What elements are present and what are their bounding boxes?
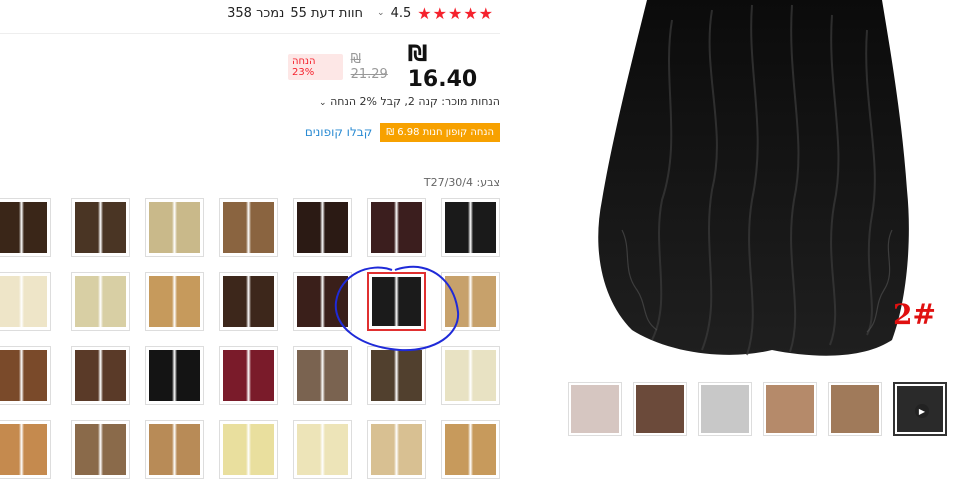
swatch-image	[297, 350, 348, 401]
swatch-image	[0, 424, 47, 475]
annotation-circle	[334, 265, 460, 352]
seller-discount-text: הנחות מוכר: קנה 2, קבל 2% הנחה	[330, 95, 500, 108]
swatch-brown-highlight[interactable]	[71, 198, 130, 257]
main-product-image[interactable]: 2#	[562, 0, 956, 368]
swatch-image	[75, 276, 126, 327]
swatch-image	[223, 350, 274, 401]
swatch-image	[149, 202, 200, 253]
original-price: ₪ 21.29	[350, 52, 388, 82]
swatch-image	[297, 424, 348, 475]
swatch-image	[223, 202, 274, 253]
swatch-image	[149, 350, 200, 401]
sold-count: 358 נמכר	[227, 5, 285, 21]
swatch-blonde-straight[interactable]	[219, 420, 278, 479]
chevron-down-icon[interactable]: ⌄	[319, 98, 327, 108]
price-row: ₪ 16.40 ₪ 21.29 הנחה 23%	[287, 42, 500, 92]
current-price: ₪ 16.40	[407, 42, 478, 92]
swatch-image	[371, 202, 422, 253]
thumbnail-image	[636, 385, 684, 433]
swatch-dark-golden[interactable]	[145, 420, 204, 479]
swatch-cream-straight[interactable]	[293, 420, 352, 479]
swatch-image	[371, 350, 422, 401]
thumbnail-image	[571, 385, 619, 433]
color-label: צבע: T27/30/4	[423, 176, 500, 189]
play-icon[interactable]: ▶	[915, 404, 929, 418]
swatch-image	[0, 276, 47, 327]
thumb-color-chart-2[interactable]	[828, 382, 882, 436]
swatch-image	[149, 276, 200, 327]
thumb-hair-pieces[interactable]	[633, 382, 687, 436]
swatch-dark-auburn[interactable]	[367, 198, 426, 257]
swatch-black-waves[interactable]	[441, 198, 500, 257]
swatch-honey[interactable]	[145, 272, 204, 331]
variant-number: 2#	[893, 298, 936, 331]
swatch-dark-curly[interactable]	[219, 272, 278, 331]
swatch-image	[75, 202, 126, 253]
swatch-ginger[interactable]	[0, 420, 51, 479]
rating-score[interactable]: 4.5	[391, 6, 412, 21]
swatch-image	[0, 350, 47, 401]
coupon-badge: ₪ 6.98 הנחה קופון חנות	[380, 122, 500, 142]
swatch-image	[75, 424, 126, 475]
swatch-chestnut[interactable]	[0, 198, 51, 257]
get-coupons-link[interactable]: קבלו קופונים	[305, 125, 372, 139]
swatch-honey-straight[interactable]	[441, 420, 500, 479]
swatch-black-straight[interactable]	[145, 346, 204, 405]
swatch-image	[445, 202, 496, 253]
swatch-image	[297, 202, 348, 253]
swatch-burgundy[interactable]	[219, 346, 278, 405]
divider	[0, 33, 500, 34]
swatch-ash-blonde[interactable]	[145, 198, 204, 257]
rating-row: ★★★★★ 4.5 ⌄ 55 חוות דעת 358 נמכר	[222, 3, 494, 23]
swatch-image	[223, 276, 274, 327]
swatch-image	[445, 350, 496, 401]
swatch-image	[223, 424, 274, 475]
seller-discount[interactable]: הנחות מוכר: קנה 2, קבל 2% הנחה ⌄	[319, 95, 500, 108]
thumbnail-image	[766, 385, 814, 433]
thumb-video[interactable]: ▶	[893, 382, 947, 436]
swatch-light-brown[interactable]	[219, 198, 278, 257]
swatch-mix-straight[interactable]	[71, 420, 130, 479]
thumbnail-image	[701, 385, 749, 433]
swatch-sand-straight[interactable]	[367, 420, 426, 479]
rating-stars: ★★★★★	[417, 3, 494, 23]
swatch-image	[149, 424, 200, 475]
swatch-pale-blonde[interactable]	[0, 272, 51, 331]
thumbnail-image	[831, 385, 879, 433]
discount-badge: הנחה 23%	[287, 54, 343, 80]
chevron-down-icon[interactable]: ⌄	[377, 8, 385, 18]
reviews-count[interactable]: 55 חוות דעת	[290, 6, 363, 21]
swatch-platinum-wave[interactable]	[71, 272, 130, 331]
swatch-image	[445, 424, 496, 475]
thumb-blurred-2[interactable]	[698, 382, 752, 436]
swatch-image	[0, 202, 47, 253]
swatch-auburn-straight[interactable]	[0, 346, 51, 405]
swatch-image	[371, 424, 422, 475]
thumb-blurred-1[interactable]	[568, 382, 622, 436]
swatch-dark-brown-mix[interactable]	[293, 198, 352, 257]
swatch-brown-straight[interactable]	[71, 346, 130, 405]
coupon-row: ₪ 6.98 הנחה קופון חנות קבלו קופונים	[288, 121, 500, 143]
swatch-image	[75, 350, 126, 401]
thumb-color-chart-1[interactable]	[763, 382, 817, 436]
